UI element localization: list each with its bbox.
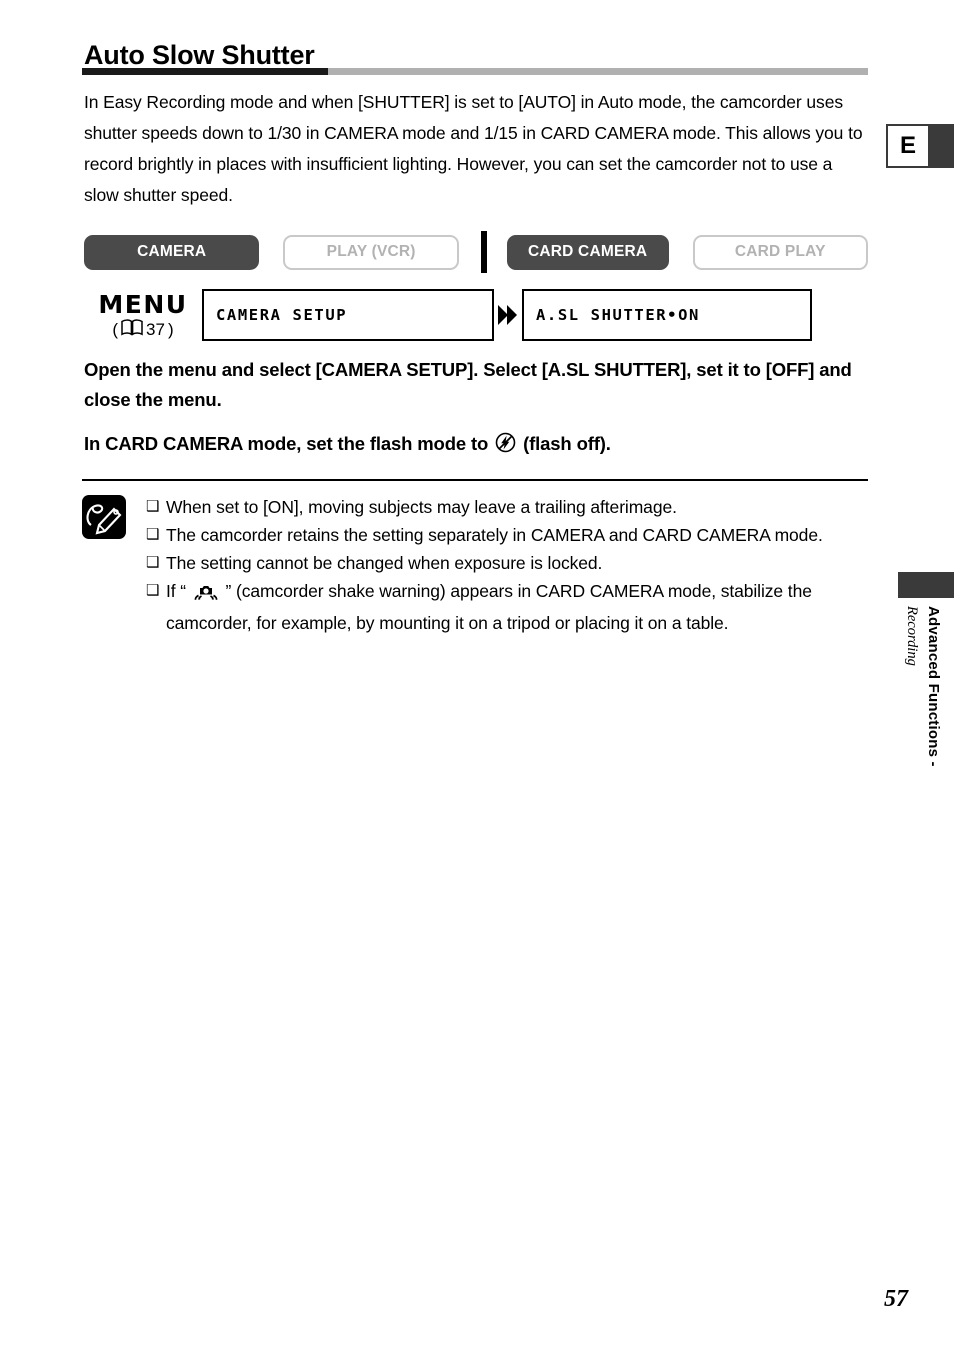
note-item: ❑ When set to [ON], moving subjects may … bbox=[146, 493, 868, 521]
note-item: ❑ If “ ” (camcorder shake warning) appea… bbox=[146, 577, 868, 637]
mode-button-camera[interactable]: CAMERA bbox=[84, 234, 260, 270]
manual-page: Auto Slow Shutter In Easy Recording mode… bbox=[0, 0, 954, 1352]
section-tab-subtitle: Recording bbox=[904, 606, 920, 666]
mode-group-separator bbox=[480, 231, 487, 274]
notes-section: ❑ When set to [ON], moving subjects may … bbox=[82, 493, 868, 637]
note-bullet-icon: ❑ bbox=[146, 582, 160, 600]
note-icon-wrapper bbox=[82, 493, 144, 637]
note-text: When set to [ON], moving subjects may le… bbox=[166, 497, 677, 518]
note-item: ❑ The camcorder retains the setting sepa… bbox=[146, 521, 868, 549]
note-text: The camcorder retains the setting separa… bbox=[166, 525, 823, 546]
menu-label-group: MENU ( 37 ) bbox=[84, 289, 202, 339]
note-text-after: ” (camcorder shake warning) appears in C… bbox=[166, 581, 812, 634]
mode-button-card-play[interactable]: CARD PLAY bbox=[692, 234, 868, 270]
instruction-secondary-after: (flash off). bbox=[518, 433, 611, 455]
language-tab: E bbox=[886, 124, 954, 168]
note-pencil-icon bbox=[82, 495, 126, 540]
instruction-secondary: In CARD CAMERA mode, set the flash mode … bbox=[84, 429, 868, 462]
note-bullet-icon: ❑ bbox=[146, 554, 160, 572]
reference-paren-close: ) bbox=[167, 319, 174, 339]
note-text: The setting cannot be changed when expos… bbox=[166, 553, 603, 574]
mode-button-play-vcr[interactable]: PLAY (VCR) bbox=[283, 234, 459, 270]
page-content: Auto Slow Shutter In Easy Recording mode… bbox=[82, 40, 868, 637]
menu-box-camera-setup[interactable]: CAMERA SETUP bbox=[202, 289, 494, 342]
section-tab-label-group: Advanced Functions - Recording bbox=[884, 606, 954, 1006]
menu-page-reference: ( 37 ) bbox=[84, 319, 202, 339]
menu-navigation-row: MENU ( 37 ) CAMERA SETUP A.SL SHUTTER•ON bbox=[84, 289, 868, 342]
intro-paragraph: In Easy Recording mode and when [SHUTTER… bbox=[84, 92, 863, 206]
page-number: 57 bbox=[884, 1286, 908, 1312]
language-tab-label: E bbox=[886, 124, 930, 168]
reference-page-number: 37 bbox=[146, 319, 165, 339]
mode-button-card-camera[interactable]: CARD CAMERA bbox=[506, 234, 669, 270]
note-text-before: If “ bbox=[166, 581, 191, 602]
book-icon bbox=[121, 319, 143, 339]
reference-paren-open: ( bbox=[112, 319, 119, 339]
note-bullet-icon: ❑ bbox=[146, 498, 160, 516]
menu-arrow-icon bbox=[494, 289, 522, 341]
section-tab-title: Advanced Functions - bbox=[925, 606, 942, 767]
note-item: ❑ The setting cannot be changed when exp… bbox=[146, 549, 868, 577]
menu-box-asl-shutter[interactable]: A.SL SHUTTER•ON bbox=[522, 289, 812, 342]
note-text: If “ ” (camcorder shake warning) appears… bbox=[166, 577, 868, 637]
section-tab-marker bbox=[898, 572, 954, 598]
title-rule-accent bbox=[82, 68, 328, 76]
notes-list: ❑ When set to [ON], moving subjects may … bbox=[144, 493, 868, 637]
instruction-primary: Open the menu and select [CAMERA SETUP].… bbox=[84, 359, 852, 411]
note-bullet-icon: ❑ bbox=[146, 526, 160, 544]
mode-button-row: CAMERA PLAY (VCR) CARD CAMERA CARD PLAY bbox=[84, 231, 868, 274]
camera-shake-warning-icon bbox=[193, 581, 219, 609]
menu-label: MENU bbox=[98, 290, 188, 320]
page-title-block: Auto Slow Shutter bbox=[82, 40, 868, 76]
instruction-secondary-before: In CARD CAMERA mode, set the flash mode … bbox=[84, 433, 494, 455]
flash-off-icon bbox=[495, 432, 516, 462]
notes-divider bbox=[82, 479, 868, 482]
menu-box-group: CAMERA SETUP A.SL SHUTTER•ON bbox=[202, 289, 812, 342]
